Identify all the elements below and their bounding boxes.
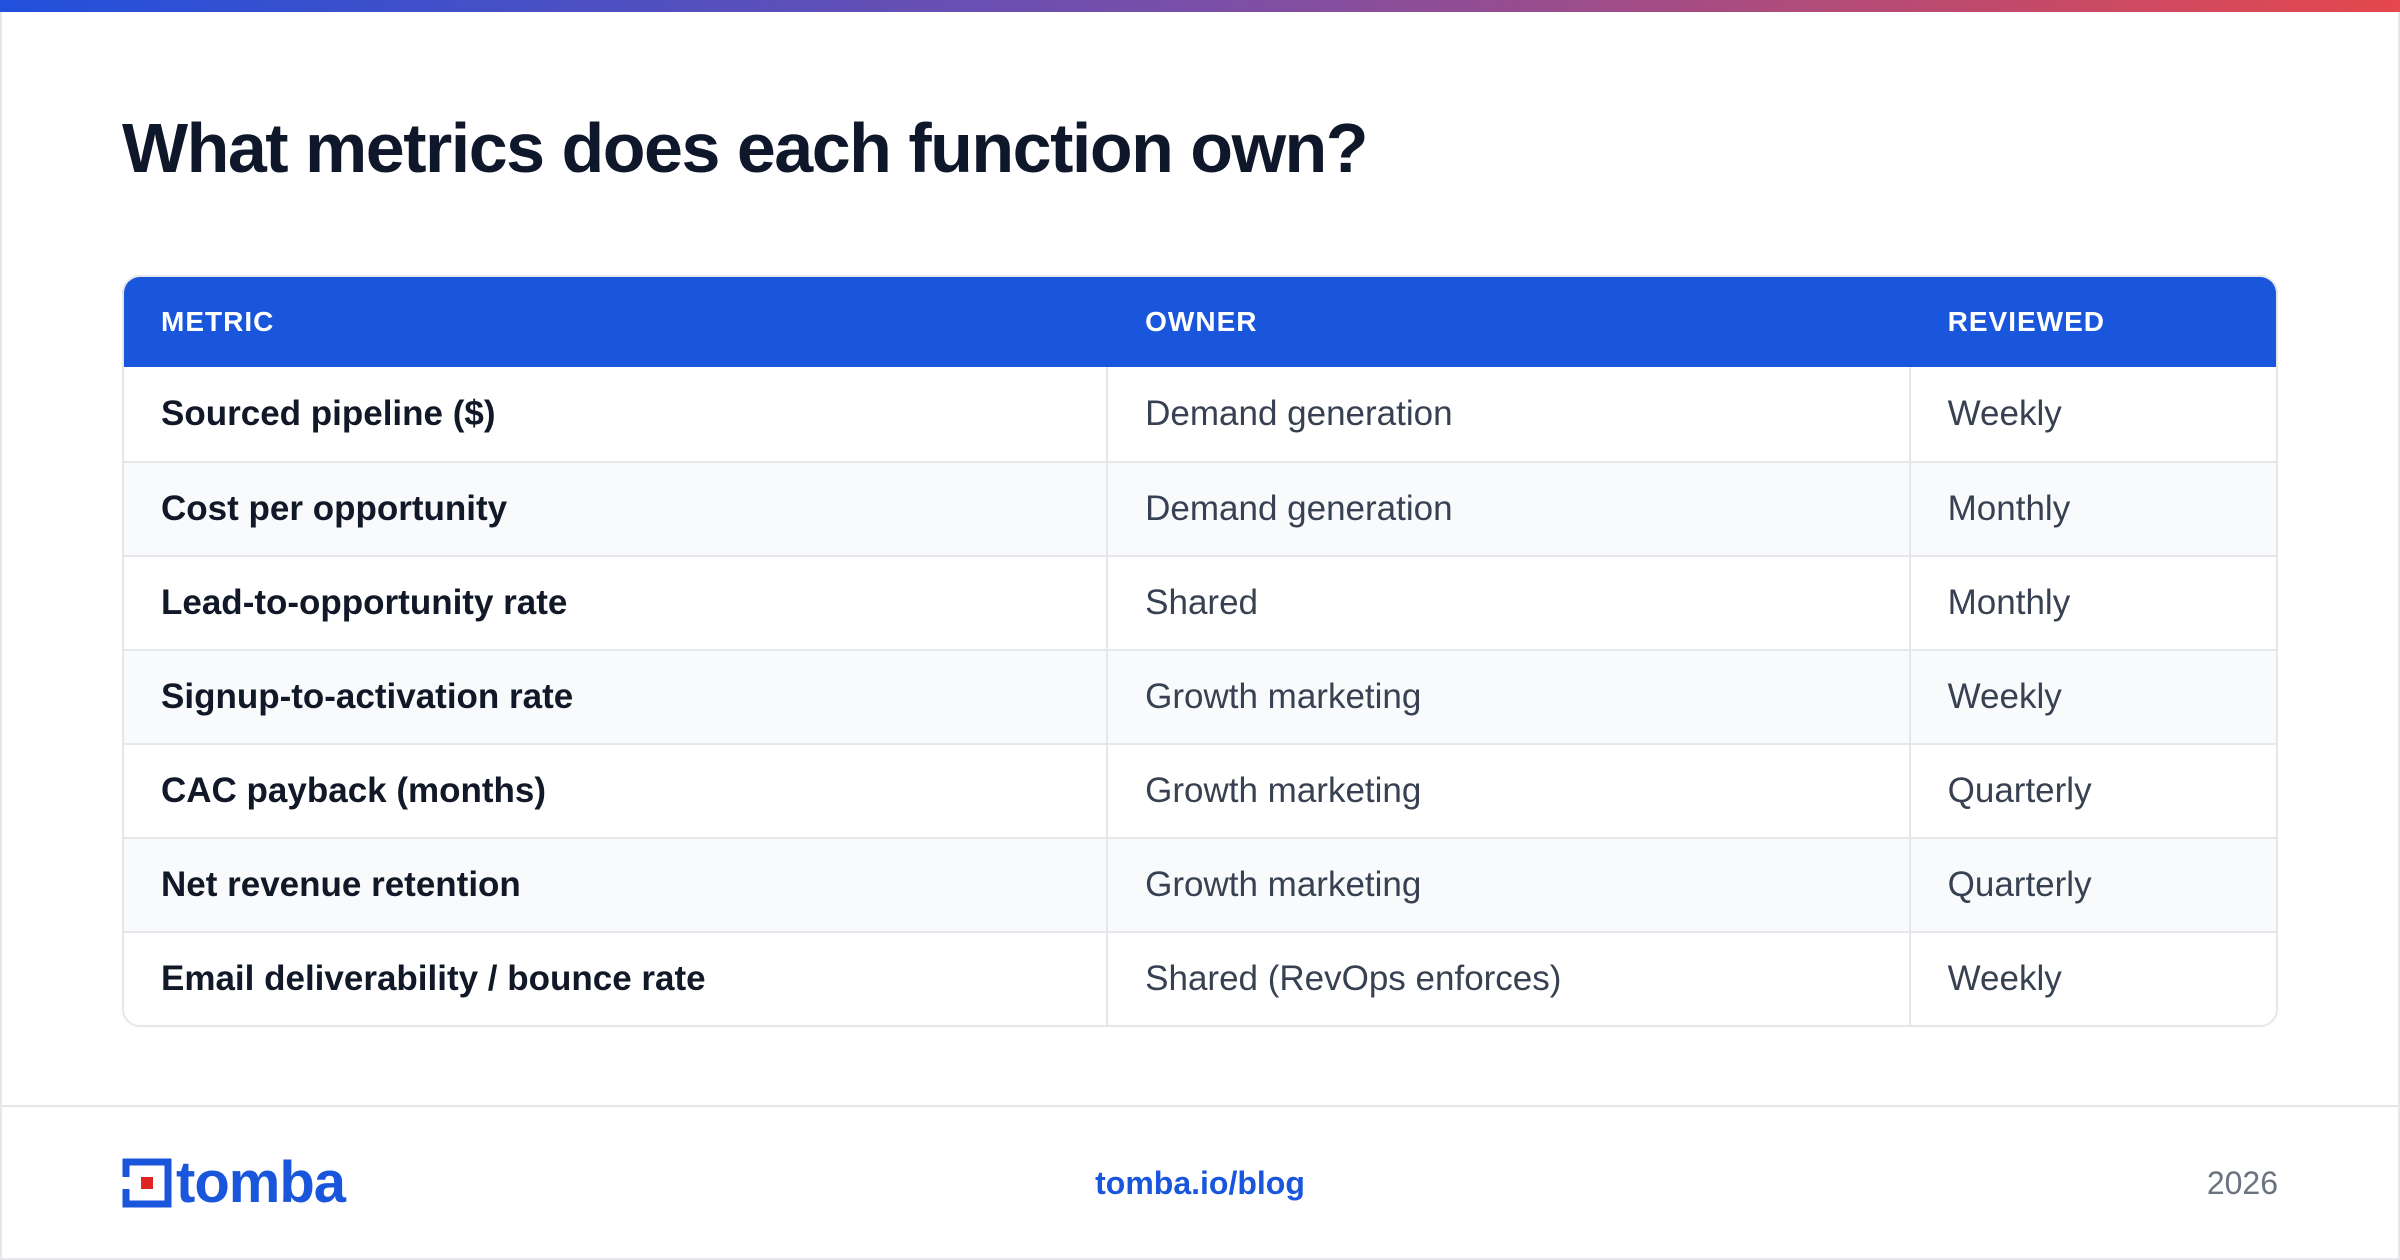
- owner-cell: Demand generation: [1108, 463, 1911, 555]
- reviewed-cell: Quarterly: [1947, 865, 2092, 904]
- metric-cell: Signup-to-activation rate: [124, 651, 1109, 743]
- owner-cell: Growth marketing: [1108, 839, 1911, 931]
- metric-cell: Email deliverability / bounce rate: [124, 933, 1109, 1025]
- page-title: What metrics does each function own?: [122, 109, 1369, 187]
- metric-cell: CAC payback (months): [124, 745, 1109, 837]
- reviewed-cell: Quarterly: [1947, 771, 2092, 810]
- owner-cell: Shared: [1108, 557, 1911, 649]
- column-header-owner: OWNER: [1145, 306, 1258, 337]
- reviewed-cell: Monthly: [1947, 583, 2071, 622]
- table-body: Sourced pipeline ($) Demand generation W…: [124, 367, 2276, 1025]
- metric-cell: Sourced pipeline ($): [124, 367, 1109, 461]
- table-row: Signup-to-activation rate Growth marketi…: [124, 649, 2276, 743]
- footer-divider: [0, 1105, 2400, 1107]
- reviewed-cell: Weekly: [1947, 394, 2062, 433]
- reviewed-cell: Weekly: [1947, 677, 2062, 716]
- column-header-reviewed: REVIEWED: [1947, 306, 2105, 337]
- blog-link[interactable]: tomba.io/blog: [0, 1165, 2400, 1202]
- metric-cell: Cost per opportunity: [124, 463, 1109, 555]
- owner-cell: Shared (RevOps enforces): [1108, 933, 1911, 1025]
- footer-year: 2026: [2206, 1165, 2278, 1201]
- table-row: Sourced pipeline ($) Demand generation W…: [124, 367, 2276, 461]
- table-row: CAC payback (months) Growth marketing Qu…: [124, 743, 2276, 837]
- table-row: Lead-to-opportunity rate Shared Monthly: [124, 555, 2276, 649]
- metrics-table: METRIC OWNER REVIEWED Sourced pipeline (…: [122, 275, 2278, 1027]
- table-row: Email deliverability / bounce rate Share…: [124, 931, 2276, 1025]
- metric-cell: Net revenue retention: [124, 839, 1109, 931]
- top-accent-bar: [0, 0, 2400, 12]
- reviewed-cell: Weekly: [1947, 959, 2062, 998]
- metric-cell: Lead-to-opportunity rate: [124, 557, 1109, 649]
- owner-cell: Demand generation: [1108, 367, 1911, 461]
- reviewed-cell: Monthly: [1947, 489, 2071, 528]
- owner-cell: Growth marketing: [1108, 745, 1911, 837]
- table-header: METRIC OWNER REVIEWED: [124, 277, 2276, 367]
- owner-cell: Growth marketing: [1108, 651, 1911, 743]
- table-row: Net revenue retention Growth marketing Q…: [124, 837, 2276, 931]
- table-row: Cost per opportunity Demand generation M…: [124, 461, 2276, 555]
- column-header-metric: METRIC: [161, 306, 275, 337]
